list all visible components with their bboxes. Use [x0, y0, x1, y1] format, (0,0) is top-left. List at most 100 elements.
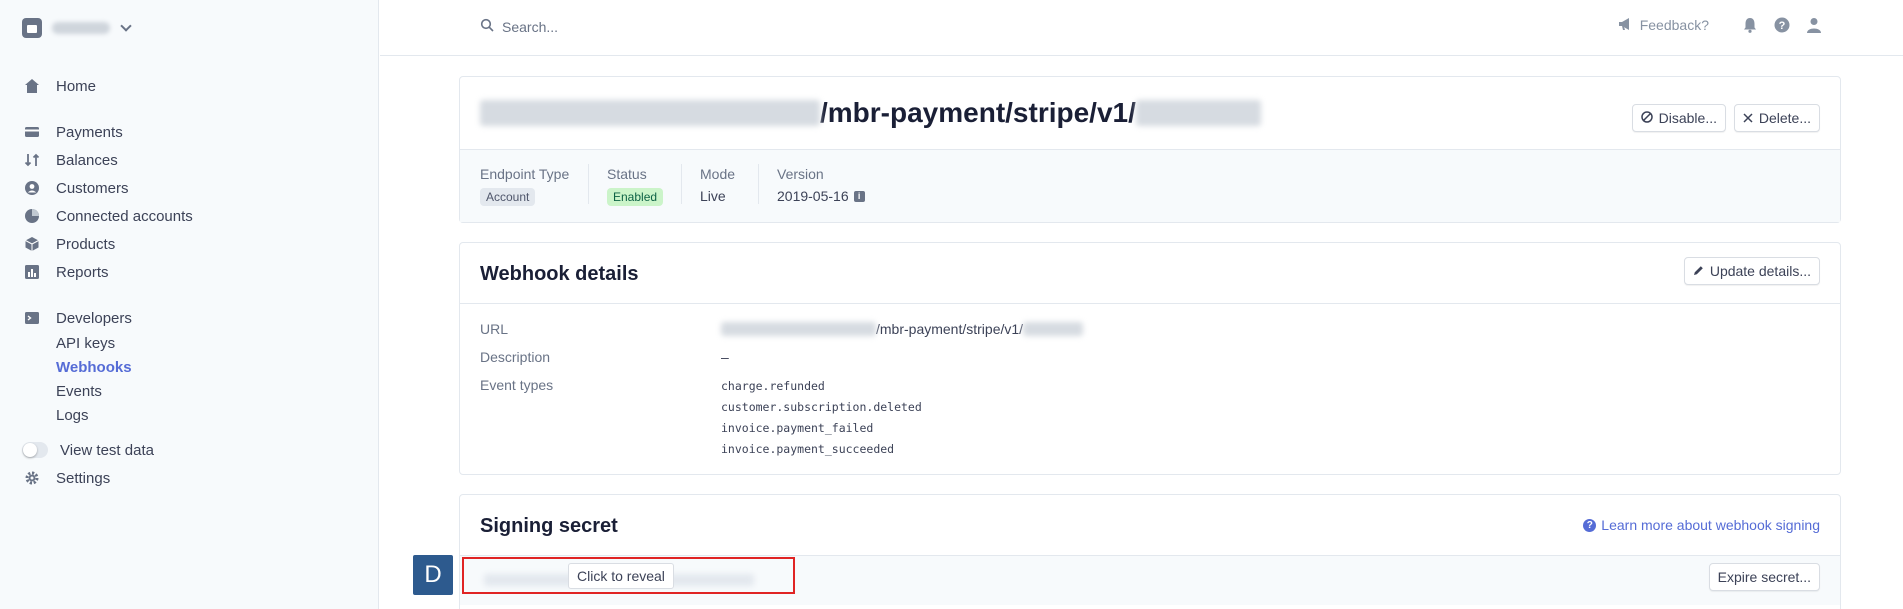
sidebar-subitem-logs[interactable]: Logs [56, 407, 89, 424]
url-path: /mbr-payment/stripe/v1/ [876, 321, 1024, 337]
feedback-link[interactable]: Feedback? [1618, 17, 1709, 34]
meta-label: Mode [700, 166, 736, 182]
redacted-key [1023, 322, 1084, 336]
meta-divider [681, 164, 682, 204]
sidebar: Home Payments Balances Customers Connect… [0, 0, 379, 609]
expire-secret-label: Expire secret... [1717, 569, 1811, 585]
meta-status: Status Enabled [607, 166, 664, 206]
delete-button[interactable]: Delete... [1733, 104, 1820, 132]
status-badge: Enabled [607, 188, 664, 206]
top-bar: Search... Feedback? ? [380, 0, 1903, 56]
sidebar-item-settings[interactable]: Settings [24, 468, 110, 488]
version-value-row: 2019-05-16 i [777, 188, 865, 204]
gear-icon [24, 470, 40, 486]
description-label: Description [480, 349, 551, 365]
sidebar-subitem-events[interactable]: Events [56, 383, 102, 400]
view-test-data-toggle[interactable]: View test data [22, 440, 154, 460]
search-placeholder: Search... [502, 18, 559, 35]
endpoint-url-title: /mbr-payment/stripe/v1/ [480, 97, 1261, 129]
update-details-label: Update details... [1709, 263, 1811, 279]
sidebar-item-label: Home [56, 77, 97, 95]
sidebar-item-payments[interactable]: Payments [24, 122, 123, 142]
meta-endpoint-type: Endpoint Type Account [480, 166, 569, 206]
sidebar-item-label: Developers [56, 309, 132, 327]
account-switcher[interactable] [22, 18, 132, 38]
search-input[interactable]: Search... [480, 18, 558, 35]
help-icon[interactable]: ? [1773, 16, 1791, 34]
sidebar-item-label: Reports [56, 263, 109, 281]
bell-icon[interactable] [1741, 16, 1759, 34]
user-icon[interactable] [1805, 16, 1823, 34]
sidebar-item-balances[interactable]: Balances [24, 150, 118, 170]
signing-secret-title: Signing secret [480, 515, 618, 537]
event-types-label: Event types [480, 377, 554, 393]
endpoint-meta: Endpoint Type Account Status Enabled Mod… [460, 149, 1840, 222]
payments-icon [24, 124, 40, 140]
description-value: – [721, 349, 729, 365]
redacted-domain [721, 322, 876, 336]
disable-label: Disable... [1658, 110, 1717, 126]
reports-icon [24, 264, 40, 280]
avatar: D [413, 555, 453, 595]
sidebar-item-label: Balances [56, 151, 118, 169]
pencil-icon [1693, 263, 1704, 279]
meta-label: Status [607, 166, 647, 182]
products-icon [24, 236, 40, 252]
divider [460, 303, 1840, 304]
sidebar-subitem-webhooks[interactable]: Webhooks [56, 359, 132, 376]
feedback-label: Feedback? [1639, 17, 1709, 33]
endpoint-type-badge: Account [480, 188, 536, 206]
url-value: /mbr-payment/stripe/v1/ [721, 321, 1084, 337]
update-details-button[interactable]: Update details... [1683, 257, 1820, 285]
sidebar-item-label: Customers [56, 179, 129, 197]
event-type-item: charge.refunded [721, 379, 825, 393]
sidebar-item-label: Payments [56, 123, 123, 141]
learn-more-webhook-signing-link[interactable]: ? Learn more about webhook signing [1583, 517, 1820, 533]
event-type-item: customer.subscription.deleted [721, 400, 922, 414]
redacted-key [1135, 100, 1261, 126]
event-type-item: invoice.payment_succeeded [721, 442, 895, 456]
view-test-data-label: View test data [60, 441, 154, 459]
click-to-reveal-button[interactable]: Click to reveal [568, 563, 674, 589]
account-name-redacted [52, 22, 110, 34]
webhook-details-title: Webhook details [480, 263, 639, 285]
url-label: URL [480, 321, 509, 337]
help-icon: ? [1583, 518, 1597, 532]
delete-label: Delete... [1758, 110, 1811, 126]
sidebar-item-label: Products [56, 235, 116, 253]
event-type-item: invoice.payment_failed [721, 421, 874, 435]
sidebar-item-home[interactable]: Home [24, 76, 96, 96]
disable-button[interactable]: Disable... [1631, 104, 1726, 132]
mode-value: Live [700, 188, 726, 204]
sidebar-item-products[interactable]: Products [24, 234, 115, 254]
learn-more-label: Learn more about webhook signing [1601, 517, 1820, 533]
svg-text:?: ? [1779, 20, 1786, 32]
sidebar-subitem-api-keys[interactable]: API keys [56, 335, 115, 352]
sidebar-item-developers[interactable]: Developers [24, 308, 132, 328]
connected-accounts-icon [24, 208, 40, 224]
expire-secret-button[interactable]: Expire secret... [1708, 563, 1820, 591]
sidebar-item-reports[interactable]: Reports [24, 262, 109, 282]
version-value: 2019-05-16 [777, 188, 849, 204]
sidebar-item-customers[interactable]: Customers [24, 178, 129, 198]
disable-icon [1640, 110, 1653, 126]
sidebar-item-label: Connected accounts [56, 207, 193, 225]
sidebar-item-connected-accounts[interactable]: Connected accounts [24, 206, 193, 226]
developers-icon [24, 310, 40, 326]
meta-label: Endpoint Type [480, 166, 570, 182]
customers-icon [24, 180, 40, 196]
sidebar-item-label: Settings [56, 469, 111, 487]
info-icon[interactable]: i [853, 190, 865, 202]
home-icon [24, 78, 40, 94]
meta-mode: Mode Live [700, 166, 735, 204]
close-icon [1743, 110, 1753, 126]
toggle-switch[interactable] [22, 442, 48, 458]
webhook-details-card: Webhook details Update details... URL /m… [459, 242, 1841, 475]
redacted-domain [480, 100, 820, 126]
meta-divider [758, 164, 759, 204]
meta-label: Version [777, 166, 824, 182]
megaphone-icon [1618, 17, 1634, 34]
balances-icon [24, 152, 40, 168]
meta-divider [588, 164, 589, 204]
account-logo-icon [22, 18, 42, 38]
